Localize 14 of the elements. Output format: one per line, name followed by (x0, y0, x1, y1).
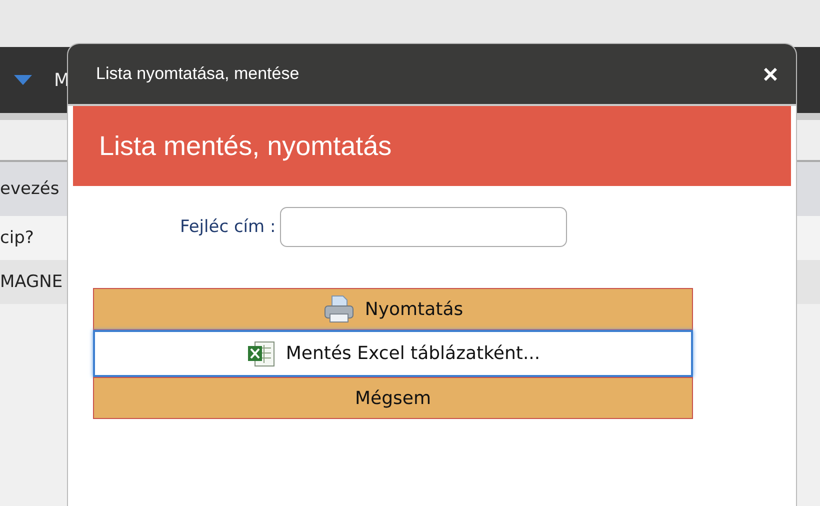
action-button[interactable]: Mégsem (93, 377, 693, 419)
dialog-heading: Lista mentés, nyomtatás (99, 130, 392, 162)
dialog-title: Lista nyomtatása, mentése (96, 64, 300, 84)
field-label: Fejléc cím : (180, 217, 276, 237)
action-button[interactable]: Mentés Excel táblázatként... (93, 330, 693, 377)
close-button[interactable]: × (758, 61, 782, 87)
action-button[interactable]: Nyomtatás (93, 288, 693, 330)
input-field[interactable] (280, 207, 567, 247)
caret-icon[interactable] (14, 75, 32, 85)
printer-icon (322, 295, 355, 323)
table-cell-text: cip? (0, 228, 35, 248)
table-cell-text: MAGNE (0, 272, 64, 292)
spreadsheet-icon (246, 340, 276, 368)
column-header: evezés (0, 179, 60, 199)
